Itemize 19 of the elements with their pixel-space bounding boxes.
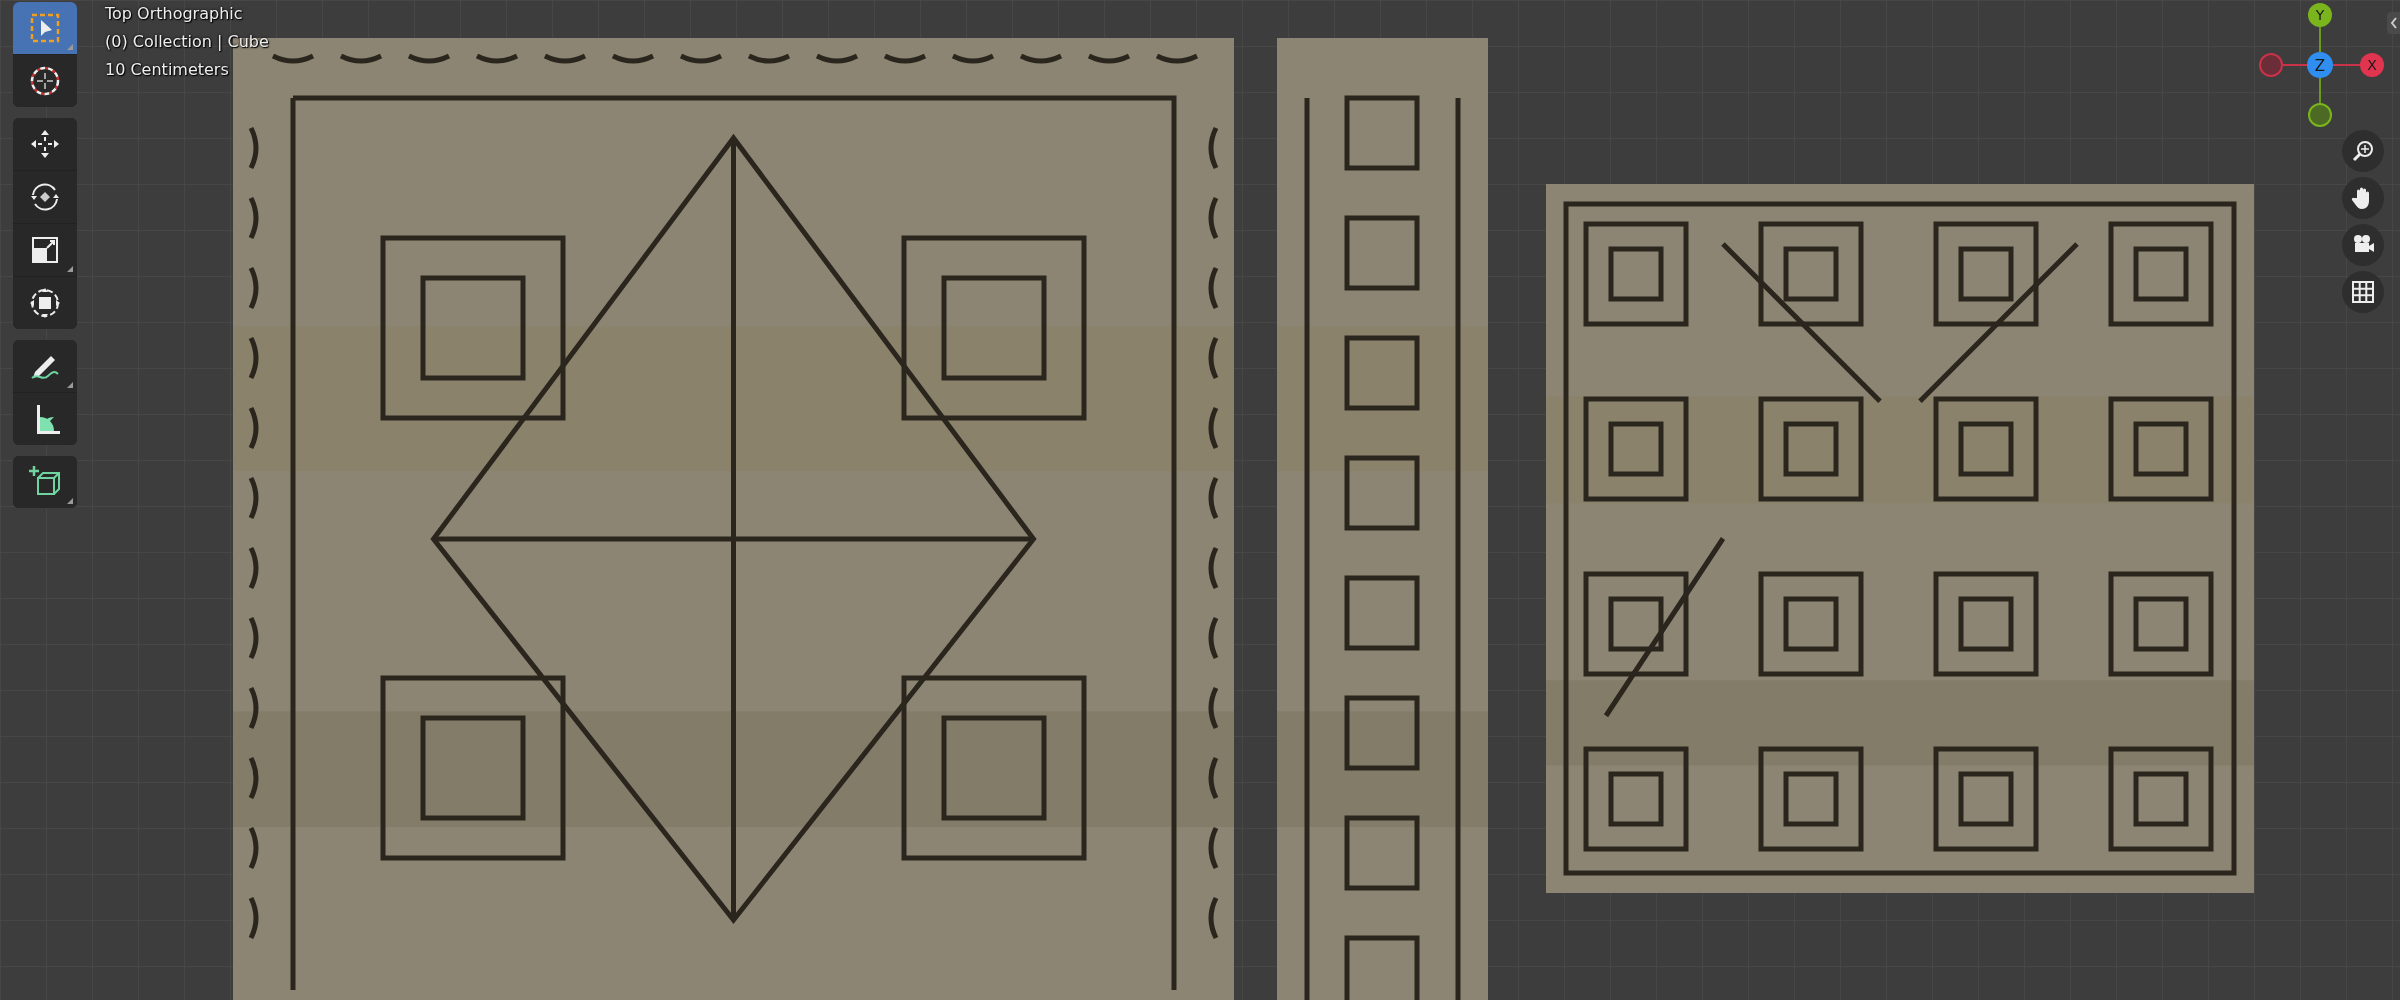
tool-button[interactable] — [13, 393, 77, 445]
zoom-icon — [2350, 138, 2376, 164]
axis-gizmo-drawing[interactable]: Y Z X — [2255, 0, 2385, 130]
navigation-button[interactable] — [2342, 271, 2384, 313]
expand-sidebar-button[interactable] — [2387, 12, 2400, 34]
tool-button[interactable] — [13, 456, 77, 508]
tool-button[interactable] — [13, 171, 77, 223]
tool-button[interactable] — [13, 340, 77, 392]
viewport-info-text: Top Orthographic — [105, 3, 244, 24]
tool-button[interactable] — [13, 118, 77, 170]
navigation-button[interactable] — [2342, 224, 2384, 266]
navigation-button[interactable] — [2342, 130, 2384, 172]
grid-icon — [2350, 279, 2376, 305]
navigation-button[interactable] — [2342, 177, 2384, 219]
viewport-info-text: 10 Centimeters — [105, 59, 230, 80]
tool-button[interactable] — [13, 277, 77, 329]
chevron-left-icon — [2389, 17, 2398, 29]
tool-button[interactable] — [13, 55, 77, 107]
tool-button[interactable] — [13, 224, 77, 276]
